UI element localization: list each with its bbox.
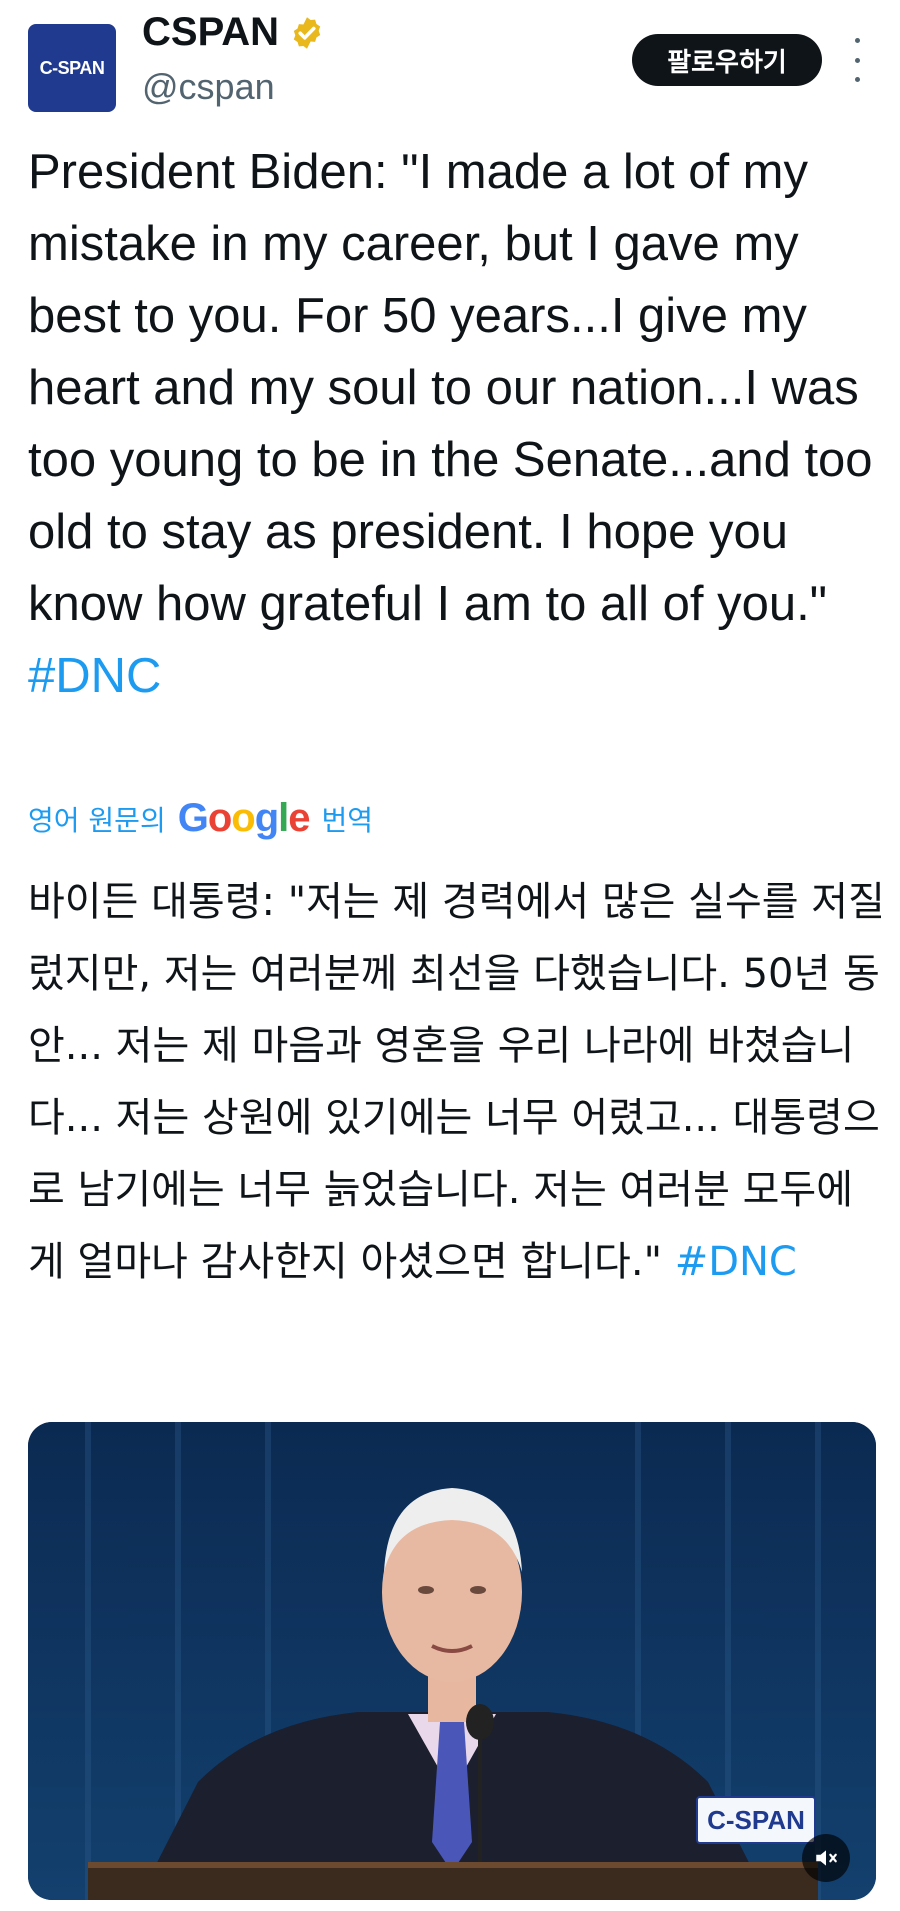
tweet-text: President Biden: "I made a lot of my mis… <box>28 136 878 712</box>
follow-button[interactable]: 팔로우하기 <box>632 34 822 86</box>
translated-body: 바이든 대통령: "저는 제 경력에서 많은 실수를 저질렀지만, 저는 여러분… <box>28 879 885 1285</box>
avatar-logo-text: C-SPAN <box>39 57 105 78</box>
translated-hashtag-link[interactable]: #DNC <box>675 1239 797 1285</box>
speaker-mute-glyph <box>816 1850 837 1866</box>
translated-text: 바이든 대통령: "저는 제 경력에서 많은 실수를 저질렀지만, 저는 여러분… <box>28 866 888 1298</box>
tweet-body: President Biden: "I made a lot of my mis… <box>28 145 887 631</box>
video-player[interactable]: C-SPAN <box>28 1422 876 1900</box>
more-dot <box>854 57 860 63</box>
translation-suffix: 번역 <box>321 803 374 837</box>
more-options-icon[interactable] <box>846 38 868 82</box>
volume-muted-icon[interactable] <box>802 1834 850 1882</box>
tweet-header: C-SPAN CSPAN @cspan 팔로우하기 <box>0 0 900 130</box>
account-handle[interactable]: @cspan <box>142 66 275 108</box>
translation-attribution[interactable]: 영어 원문의 Google 번역 <box>28 796 373 841</box>
more-dot <box>854 77 860 82</box>
translation-prefix: 영어 원문의 <box>28 803 166 837</box>
verified-badge-icon <box>293 16 321 49</box>
google-logo: Google <box>177 796 311 840</box>
hashtag-link[interactable]: #DNC <box>28 649 161 703</box>
cspan-watermark: C-SPAN <box>696 1796 816 1844</box>
avatar[interactable]: C-SPAN <box>28 24 116 112</box>
account-name-row: CSPAN <box>142 10 325 55</box>
more-dot <box>854 38 860 43</box>
account-name[interactable]: CSPAN <box>142 10 279 55</box>
